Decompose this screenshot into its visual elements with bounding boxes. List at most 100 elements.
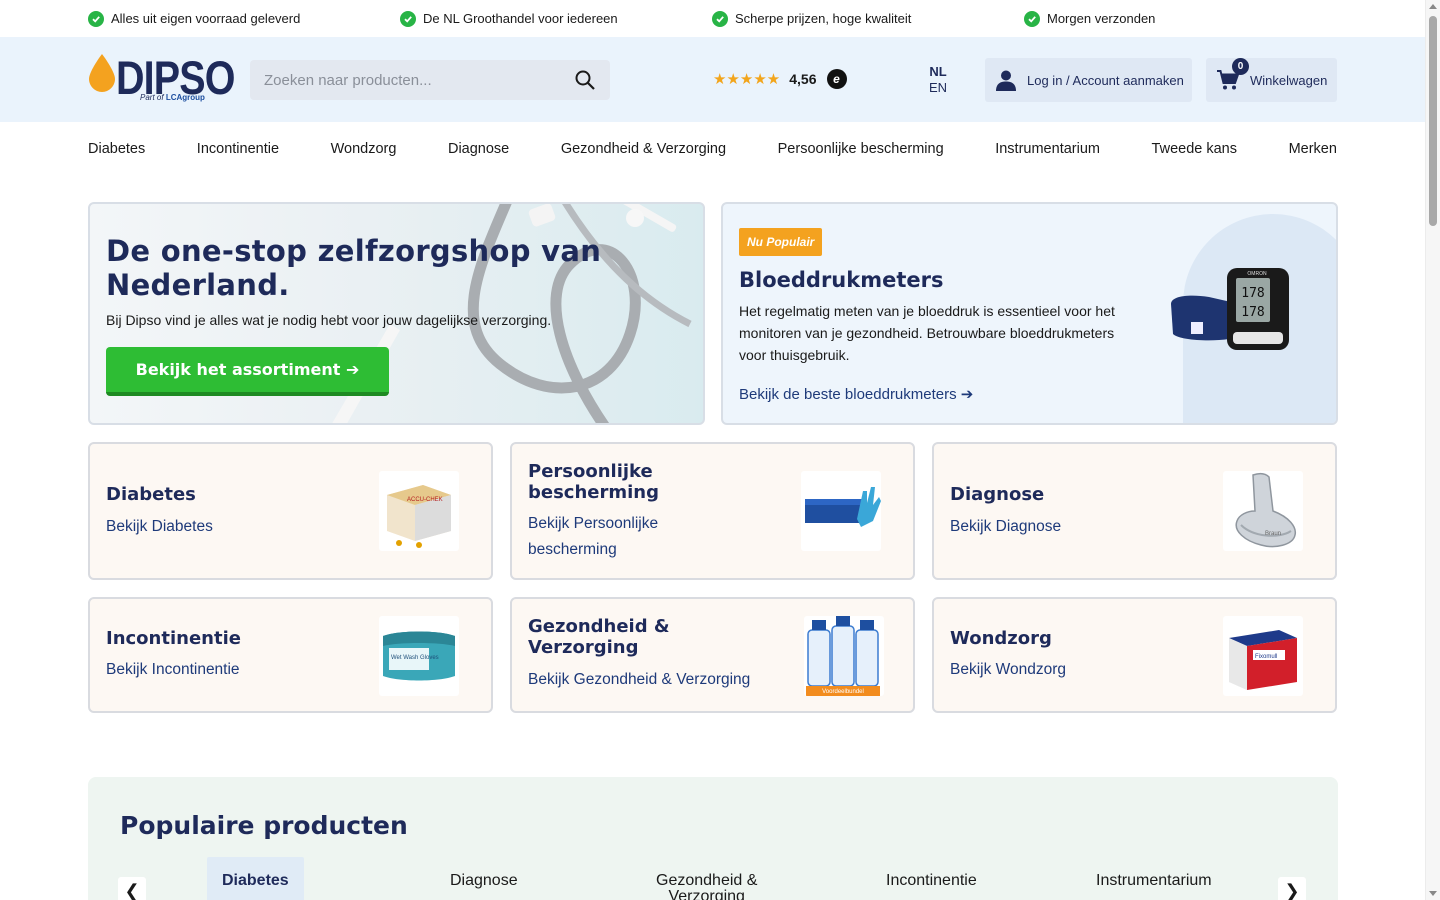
cart-count-badge: 0 xyxy=(1232,58,1249,75)
scroll-up-arrow-icon[interactable] xyxy=(1429,4,1437,9)
category-title-line: bescherming xyxy=(528,482,660,503)
rating-stars: ★★★★★ xyxy=(713,71,781,88)
category-link[interactable]: Bekijk Wondzorg xyxy=(950,657,1066,683)
main-nav: Diabetes Incontinentie Wondzorg Diagnose… xyxy=(0,122,1440,175)
category-card-wondzorg[interactable]: Wondzorg Bekijk Wondzorg Fixomull xyxy=(932,597,1337,713)
check-circle-icon xyxy=(400,10,416,27)
usp-item: Morgen verzonden xyxy=(1024,10,1336,27)
category-link[interactable]: Bekijk Persoonlijke bescherming xyxy=(528,511,658,563)
promo-text: Het regelmatig meten van je bloeddruk is… xyxy=(739,303,1115,363)
tab-label-line: Verzorging xyxy=(668,888,745,900)
logo-sub-prefix: Part of xyxy=(140,93,164,102)
view-assortment-button[interactable]: Bekijk het assortiment ➔ xyxy=(106,347,389,396)
category-link[interactable]: Bekijk Diabetes xyxy=(106,514,213,540)
usp-bar: Alles uit eigen voorraad geleverd De NL … xyxy=(0,0,1440,37)
product-label: ACCU-CHEK xyxy=(407,497,443,503)
tab-incontinentie[interactable]: Incontinentie xyxy=(886,873,977,889)
cart-button[interactable]: 0 Winkelwagen xyxy=(1206,58,1337,102)
cart-icon: 0 xyxy=(1216,58,1249,91)
category-card-persoonlijke-bescherming[interactable]: Persoonlijke bescherming Bekijk Persoonl… xyxy=(510,442,915,580)
user-icon xyxy=(996,70,1016,91)
hero-subtitle: Bij Dipso vind je alles wat je nodig heb… xyxy=(106,312,552,328)
nav-item-diagnose[interactable]: Diagnose xyxy=(448,141,509,157)
category-image: Wet Wash Gloves xyxy=(379,616,459,696)
nav-item-wondzorg[interactable]: Wondzorg xyxy=(331,141,397,157)
category-card-diagnose[interactable]: Diagnose Bekijk Diagnose Braun xyxy=(932,442,1337,580)
category-image: Fixomull xyxy=(1223,616,1303,696)
nav-item-diabetes[interactable]: Diabetes xyxy=(88,141,145,157)
drop-logo-icon xyxy=(89,54,115,92)
product-label: Fixomull xyxy=(1255,654,1277,660)
category-card-diabetes[interactable]: Diabetes Bekijk Diabetes ACCU-CHEK xyxy=(88,442,493,580)
scroll-down-arrow-icon[interactable] xyxy=(1429,891,1437,896)
category-title-line: Persoonlijke xyxy=(528,461,653,482)
category-link[interactable]: Bekijk Diagnose xyxy=(950,514,1061,540)
category-card-incontinentie[interactable]: Incontinentie Bekijk Incontinentie Wet W… xyxy=(88,597,493,713)
tab-gezondheid-verzorging[interactable]: Gezondheid & Verzorging xyxy=(656,873,757,900)
scrollbar-thumb[interactable] xyxy=(1429,16,1437,226)
tab-label-line: Gezondheid & xyxy=(656,872,758,889)
language-switcher: NL EN xyxy=(929,64,947,96)
category-title-line: Verzorging xyxy=(528,637,639,658)
category-title: Incontinentie xyxy=(106,628,241,649)
nav-item-gezondheid-verzorging[interactable]: Gezondheid & Verzorging xyxy=(561,141,726,157)
cart-label: Winkelwagen xyxy=(1250,72,1328,88)
hero-title: De one-stop zelfzorgshop van Nederland. xyxy=(106,234,601,302)
popular-badge: Nu Populair xyxy=(739,228,823,256)
popular-products-section: Populaire producten Diabetes Diagnose Ge… xyxy=(88,777,1338,900)
review-rating[interactable]: ★★★★★ 4,56 e xyxy=(713,69,847,89)
page-scrollbar[interactable] xyxy=(1425,0,1440,900)
check-circle-icon xyxy=(88,10,104,27)
login-label: Log in / Account aanmaken xyxy=(1027,72,1184,88)
category-title: Diabetes xyxy=(106,484,196,505)
category-title: Persoonlijke bescherming xyxy=(528,461,659,503)
hero-title-line: De one-stop zelfzorgshop van xyxy=(106,234,602,268)
category-image xyxy=(801,471,881,551)
promo-banner: Nu Populair Bloeddrukmeters Het regelmat… xyxy=(721,202,1338,425)
popular-tabs: Diabetes Diagnose Gezondheid & Verzorgin… xyxy=(88,857,1338,900)
lang-en[interactable]: EN xyxy=(929,80,947,96)
nav-item-merken[interactable]: Merken xyxy=(1289,141,1337,157)
blood-pressure-monitor-image: 178 178 OMRON xyxy=(1171,268,1289,350)
logo-sub-brand: LCAgroup xyxy=(165,93,205,102)
next-arrow-button[interactable]: ❯ xyxy=(1278,877,1306,900)
search-bar xyxy=(250,60,610,100)
tab-diagnose[interactable]: Diagnose xyxy=(450,873,518,889)
category-card-gezondheid-verzorging[interactable]: Gezondheid & Verzorging Bekijk Gezondhei… xyxy=(510,597,915,713)
nav-item-incontinentie[interactable]: Incontinentie xyxy=(197,141,279,157)
hero-banner: De one-stop zelfzorgshop van Nederland. … xyxy=(88,202,705,425)
nav-item-persoonlijke-bescherming[interactable]: Persoonlijke bescherming xyxy=(778,141,944,157)
usp-text: Morgen verzonden xyxy=(1047,11,1156,26)
device-reading: 178 xyxy=(1241,305,1264,320)
usp-item: Scherpe prijzen, hoge kwaliteit xyxy=(712,10,1024,27)
blood-pressure-link[interactable]: Bekijk de beste bloeddrukmeters ➔ xyxy=(739,385,973,403)
check-circle-icon xyxy=(1024,10,1040,27)
nav-item-tweede-kans[interactable]: Tweede kans xyxy=(1152,141,1237,157)
usp-text: Scherpe prijzen, hoge kwaliteit xyxy=(735,11,912,26)
tab-instrumentarium[interactable]: Instrumentarium xyxy=(1096,873,1212,889)
site-header: DIPSO Part of LCAgroup ★★★★★ 4,56 e NL E… xyxy=(0,37,1440,122)
search-icon[interactable] xyxy=(574,69,596,91)
dipso-logo[interactable]: DIPSO Part of LCAgroup xyxy=(88,51,236,107)
login-button[interactable]: Log in / Account aanmaken xyxy=(985,58,1192,102)
promo-title: Bloeddrukmeters xyxy=(739,268,944,292)
usp-text: Alles uit eigen voorraad geleverd xyxy=(111,11,301,26)
category-link[interactable]: Bekijk Gezondheid & Verzorging xyxy=(528,667,750,693)
tab-diabetes[interactable]: Diabetes xyxy=(207,857,304,900)
prev-arrow-button[interactable]: ❮ xyxy=(118,877,146,900)
category-link[interactable]: Bekijk Incontinentie xyxy=(106,657,240,683)
lang-nl[interactable]: NL xyxy=(929,64,947,80)
category-title-line: Gezondheid & xyxy=(528,616,670,637)
category-image: ACCU-CHEK xyxy=(379,471,459,551)
category-link-line: bescherming xyxy=(528,541,617,558)
category-title: Gezondheid & Verzorging xyxy=(528,616,670,658)
popular-title: Populaire producten xyxy=(120,811,408,840)
usp-item: Alles uit eigen voorraad geleverd xyxy=(88,10,400,27)
check-circle-icon xyxy=(712,10,728,27)
device-reading: 178 xyxy=(1241,286,1264,301)
device-brand: OMRON xyxy=(1247,271,1267,277)
category-image: Voordeelbundel xyxy=(804,616,884,696)
search-input[interactable] xyxy=(264,71,574,89)
usp-text: De NL Groothandel voor iedereen xyxy=(423,11,618,26)
nav-item-instrumentarium[interactable]: Instrumentarium xyxy=(995,141,1100,157)
